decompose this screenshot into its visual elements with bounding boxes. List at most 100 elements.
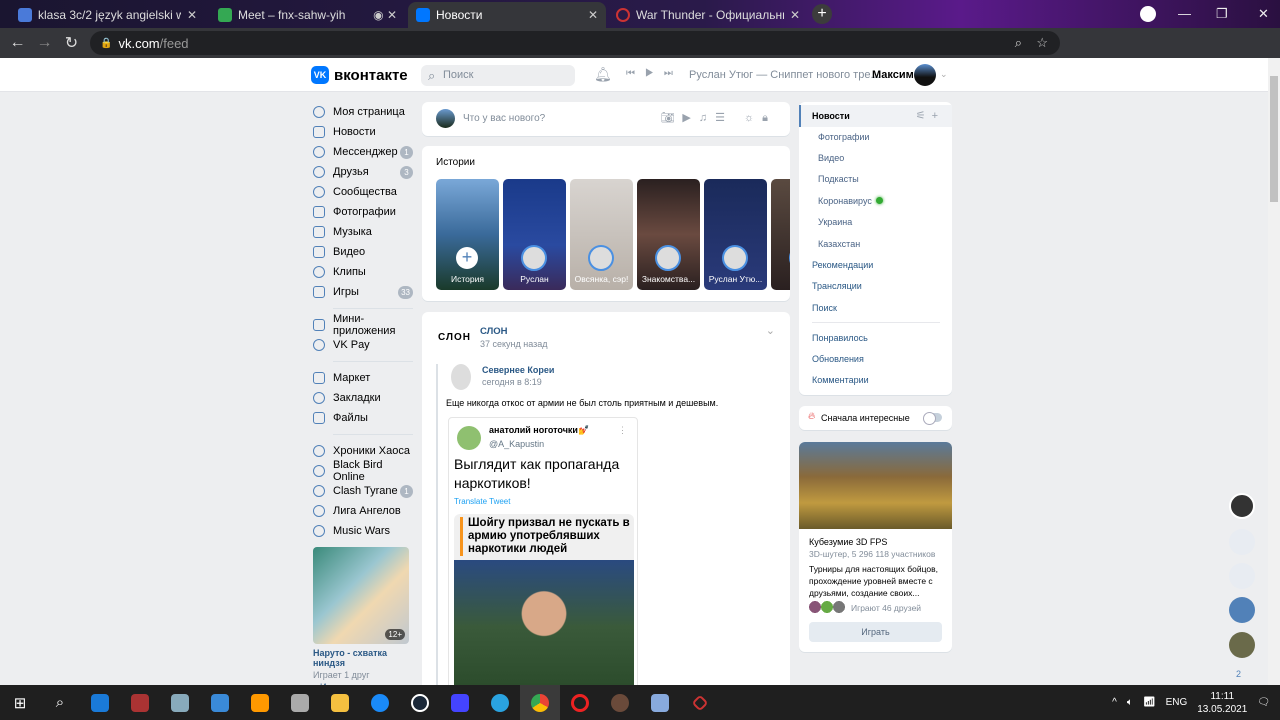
new-tab-button[interactable]: + [812,4,832,24]
online-count[interactable]: 2 [1236,669,1241,679]
repost-time[interactable]: сегодня в 8:19 [482,377,542,387]
game-promo-image[interactable]: 12+ [313,547,409,644]
game-ad-image[interactable] [799,442,952,529]
story-item[interactable]: Знакомства... [637,179,700,290]
vk-logo[interactable]: VK вконтакте [311,66,408,84]
post-composer[interactable]: Что у вас нового? 📷︎▶♫☰ ☼🔒︎ [422,102,790,136]
notifications-icon[interactable]: 🗨︎ [1257,697,1270,708]
nav-files[interactable]: Файлы [313,408,413,428]
story-item[interactable]: Руслан [503,179,566,290]
network-icon[interactable]: 📶︎ [1143,697,1156,708]
nav-communities[interactable]: Сообщества [313,182,413,202]
search-icon[interactable]: ⌕ [40,685,80,720]
rnav-comments[interactable]: Комментарии [812,375,869,385]
rnav-corona[interactable]: Коронавирус [818,196,883,206]
rnav-kazakhstan[interactable]: Казахстан [818,239,860,249]
nav-game-blackbird[interactable]: Black Bird Online [313,459,413,483]
scrollbar[interactable] [1268,58,1280,685]
nav-clips[interactable]: Клипы [313,262,413,282]
app-icon[interactable] [600,685,640,720]
back-icon[interactable]: ← [4,34,31,52]
profile-icon[interactable] [1140,6,1156,22]
story-item[interactable]: Руслан Утю... [704,179,767,290]
nav-game-music-wars[interactable]: Music Wars [313,521,413,541]
maximize-button[interactable]: ❐ [1216,6,1228,22]
winrar-icon[interactable] [120,685,160,720]
nav-photos[interactable]: Фотографии [313,202,413,222]
mail-icon[interactable] [80,685,120,720]
chrome-icon[interactable] [520,685,560,720]
explorer-icon[interactable] [320,685,360,720]
avatar[interactable] [914,64,936,86]
nav-market[interactable]: Маркет [313,368,413,388]
app-icon[interactable] [360,685,400,720]
rnav-search[interactable]: Поиск [812,303,837,313]
floating-chat-avatar[interactable] [1229,597,1255,623]
nav-news[interactable]: Новости [313,122,413,142]
game-title[interactable]: Кубезумие 3D FPS [809,537,887,547]
community-logo[interactable]: СЛОН [438,332,471,343]
nav-video[interactable]: Видео [313,242,413,262]
post-author[interactable]: СЛОН [480,326,508,337]
rnav-updates[interactable]: Обновления [812,354,864,364]
steam-icon[interactable] [400,685,440,720]
rnav-news[interactable]: Новости [812,111,850,121]
floating-chat-avatar[interactable] [1229,563,1255,589]
floating-chat-avatar[interactable] [1229,493,1255,519]
app-icon[interactable] [440,685,480,720]
bell-icon[interactable]: 🔔︎ [594,66,612,83]
war-thunder-icon[interactable] [680,685,720,720]
app-icon[interactable] [200,685,240,720]
zoom-icon[interactable]: ⌕ [1015,35,1022,51]
promo-title[interactable]: Наруто - схватка ниндзя [313,648,413,668]
tab-classroom[interactable]: klasa 3c/2 język angielski wych. N✕ [10,2,205,28]
reload-icon[interactable]: ↻ [58,33,85,53]
language-indicator[interactable]: ENG [1166,697,1188,708]
close-tab-icon[interactable]: ✕ [187,8,197,22]
toggle-switch[interactable] [923,412,942,425]
start-button[interactable]: ⊞ [0,685,40,720]
nav-games[interactable]: Игры 33 [313,282,413,302]
telegram-icon[interactable] [480,685,520,720]
avatar[interactable] [451,364,471,390]
close-tab-icon[interactable]: ✕ [790,8,800,22]
rnav-podcasts[interactable]: Подкасты [818,174,859,184]
rnav-video[interactable]: Видео [818,153,844,163]
nav-mini-apps[interactable]: Мини-приложения [313,313,413,337]
nav-vk-pay[interactable]: VK Pay [313,335,413,355]
nav-bookmarks[interactable]: Закладки [313,388,413,408]
rnav-ukraine[interactable]: Украина [818,217,852,227]
sublime-icon[interactable] [240,685,280,720]
nav-game-angels[interactable]: Лига Ангелов [313,501,413,521]
clock[interactable]: 11:11 13.05.2021 [1197,690,1247,716]
bookmark-star-icon[interactable]: ☆ [1036,35,1048,51]
nav-music[interactable]: Музыка [313,222,413,242]
rnav-recommendations[interactable]: Рекомендации [812,260,873,270]
rnav-photos[interactable]: Фотографии [818,132,869,142]
interesting-first-toggle-row[interactable]: 🔥︎ Сначала интересные [799,406,952,430]
nav-game-clash[interactable]: Clash Tyrane 1 [313,481,413,501]
nav-messenger[interactable]: Мессенджер 1 [313,142,413,162]
url-input[interactable]: 🔒 vk.com/feed ⌕ ☆ [90,31,1060,55]
close-tab-icon[interactable]: ◉ ✕ [373,8,397,22]
repost-author[interactable]: Севернее Кореи [482,365,554,375]
opera-icon[interactable] [560,685,600,720]
rnav-liked[interactable]: Понравилось [812,333,868,343]
floating-chat-avatar[interactable] [1229,632,1255,658]
tweet-image[interactable]: анатолий ноготочки💅 @A_Kapustin ⋮ Выгляд… [448,417,638,692]
tab-war-thunder[interactable]: War Thunder - Официальный ф✕ [608,2,808,28]
tab-vk-news[interactable]: Новости ✕ [408,2,606,28]
chevron-down-icon[interactable]: ⌄ [766,324,775,337]
search-input[interactable]: Поиск [421,65,575,86]
minimize-button[interactable]: — [1178,6,1191,21]
nav-friends[interactable]: Друзья 3 [313,162,413,182]
filter-add-icons[interactable]: ⚟+ [916,109,944,122]
scrollbar-thumb[interactable] [1270,76,1278,202]
floating-chat-avatar[interactable] [1229,529,1255,555]
chevron-down-icon[interactable]: ⌄ [940,69,948,80]
composer-tools[interactable]: 📷︎▶♫☰ ☼🔒︎ [660,111,776,125]
rnav-broadcasts[interactable]: Трансляции [812,281,862,291]
post-time[interactable]: 37 секунд назад [480,339,548,349]
app-icon[interactable] [160,685,200,720]
composer-input[interactable]: Что у вас нового? [463,113,545,124]
